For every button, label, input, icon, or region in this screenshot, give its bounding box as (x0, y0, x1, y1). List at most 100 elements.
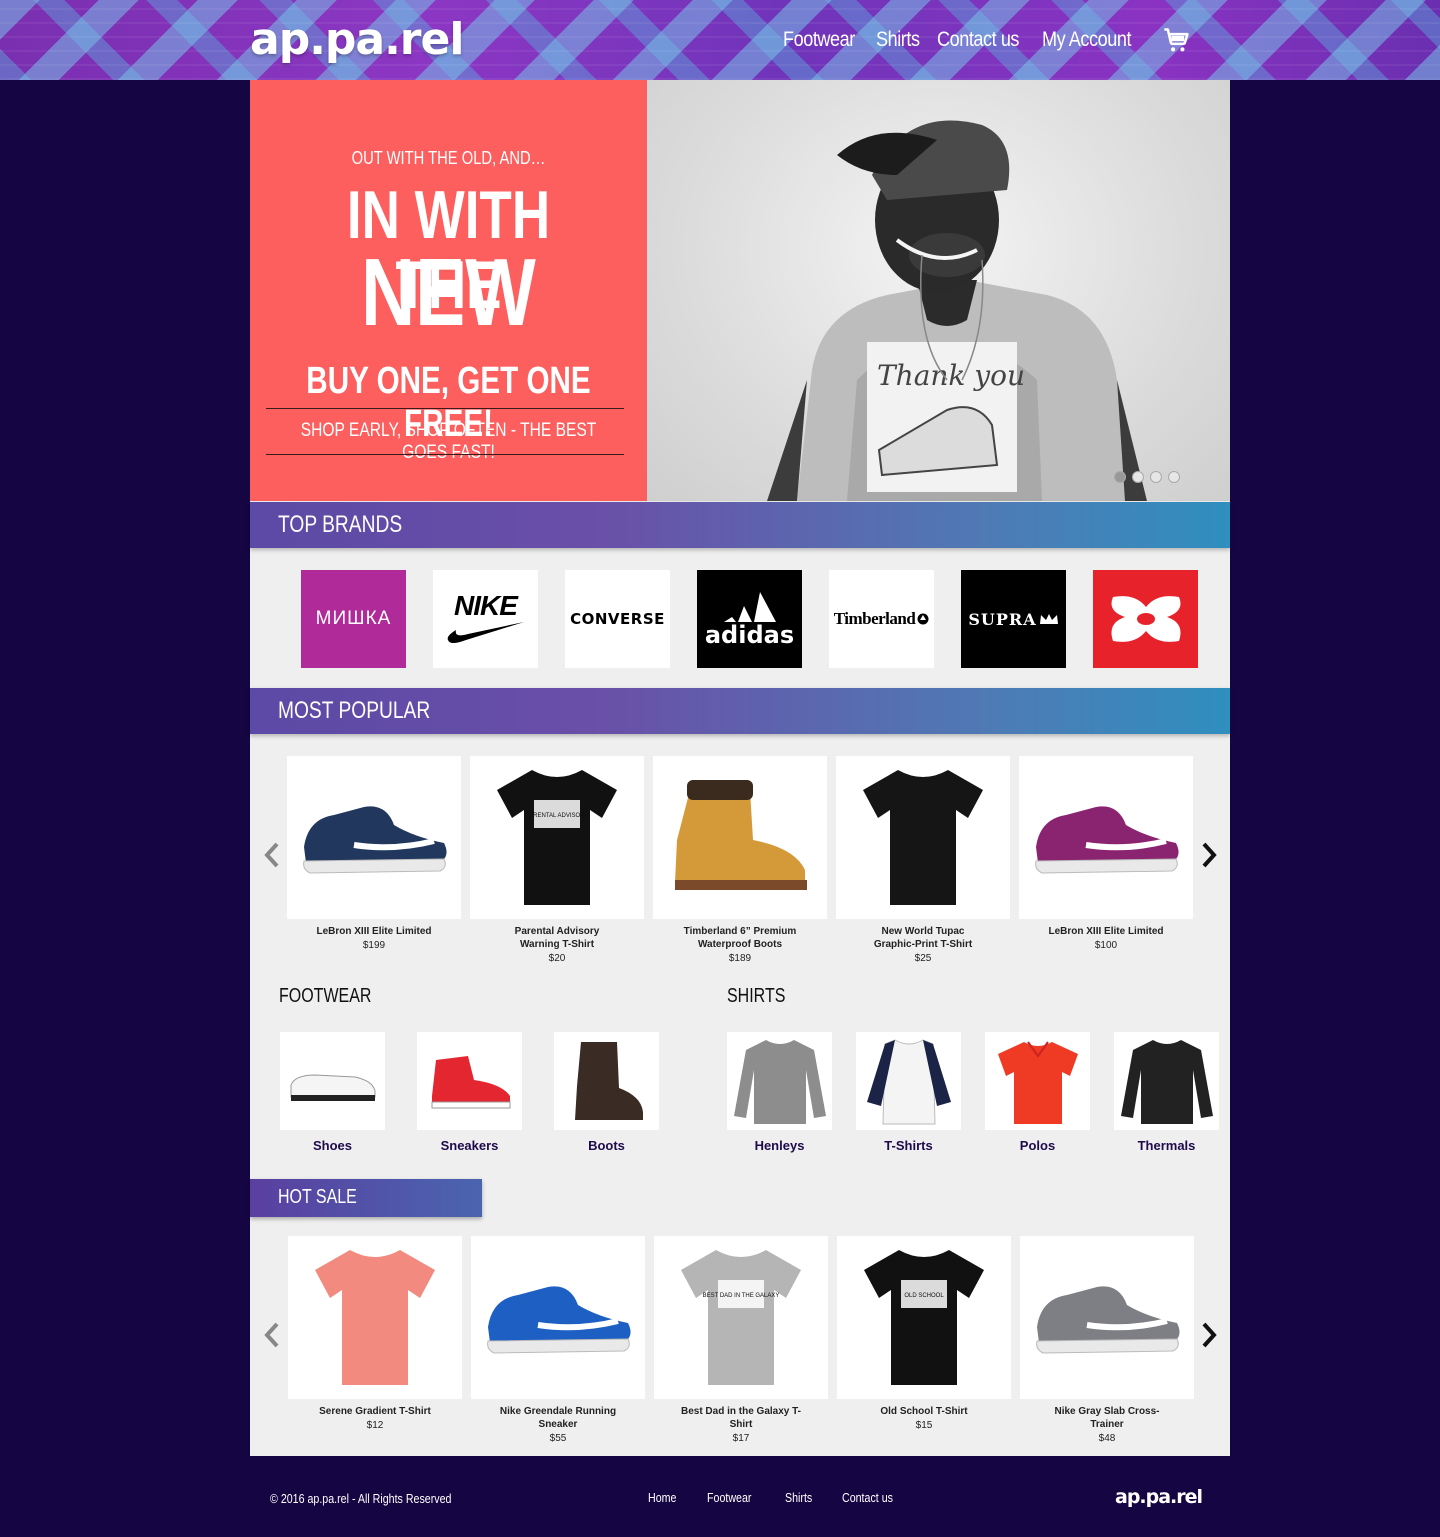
site-header: ap.pa.rel Footwear Shirts Contact us My … (0, 0, 1440, 80)
product-image[interactable] (836, 756, 1010, 919)
svg-text:BEST DAD IN THE GALAXY: BEST DAD IN THE GALAXY (703, 1293, 780, 1299)
product-card[interactable]: LeBron XIII Elite Limited $199 (287, 756, 461, 964)
category-label[interactable]: T-Shirts (856, 1138, 961, 1153)
product-name[interactable]: Serene Gradient T-Shirt (288, 1405, 462, 1418)
top-brands-title: TOP BRANDS (278, 511, 403, 538)
product-name[interactable]: Nike Greendale Running Sneaker (471, 1405, 645, 1431)
product-card[interactable]: Serene Gradient T-Shirt $12 (288, 1236, 462, 1444)
category-label[interactable]: Polos (985, 1138, 1090, 1153)
product-card[interactable]: BEST DAD IN THE GALAXY Best Dad in the Ga… (654, 1236, 828, 1444)
brand-list: МИШКА NIKE CONVERSE adidas Timberland SU… (301, 570, 1198, 668)
product-name[interactable]: Old School T-Shirt (837, 1405, 1011, 1418)
chevron-right-icon[interactable] (1199, 1320, 1219, 1350)
category-polos[interactable]: Polos (985, 1032, 1090, 1153)
category-label[interactable]: Thermals (1114, 1138, 1219, 1153)
category-thermals[interactable]: Thermals (1114, 1032, 1219, 1153)
chevron-left-icon[interactable] (262, 840, 282, 870)
tree-icon (917, 613, 929, 625)
footer-logo[interactable]: ap.pa.rel (1115, 1486, 1203, 1508)
product-price: $189 (728, 953, 752, 964)
category-sneakers[interactable]: Sneakers (417, 1032, 522, 1153)
page-content: OUT WITH THE OLD, AND… IN WITH THE NEW B… (250, 80, 1230, 1456)
product-card[interactable]: LeBron XIII Elite Limited $100 (1019, 756, 1193, 964)
most-popular-list: LeBron XIII Elite Limited $199 PARENTAL AD… (287, 756, 1193, 964)
brand-converse[interactable]: CONVERSE (565, 570, 670, 668)
nav-shirts[interactable]: Shirts (876, 28, 920, 52)
hot-sale-title: HOT SALE (278, 1186, 357, 1208)
category-label[interactable]: Henleys (727, 1138, 832, 1153)
site-logo[interactable]: ap.pa.rel (250, 14, 464, 65)
hot-sale-header: HOT SALE (250, 1179, 482, 1217)
footer-link-footwear[interactable]: Footwear (707, 1490, 751, 1505)
svg-text:PARENTAL ADVISORY: PARENTAL ADVISORY (526, 813, 589, 819)
category-image[interactable] (280, 1032, 385, 1130)
category-label[interactable]: Sneakers (417, 1138, 522, 1153)
hero-divider (266, 454, 624, 455)
product-image[interactable] (288, 1236, 462, 1399)
footer-link-contact-us[interactable]: Contact us (842, 1490, 893, 1505)
brand-adidas[interactable]: adidas (697, 570, 802, 668)
chevron-left-icon[interactable] (262, 1320, 282, 1350)
category-image[interactable] (856, 1032, 961, 1130)
slider-dot[interactable] (1132, 471, 1144, 483)
footer-link-shirts[interactable]: Shirts (785, 1490, 812, 1505)
category-image[interactable] (1114, 1032, 1219, 1130)
brand-supra[interactable]: SUPRA (961, 570, 1066, 668)
product-name[interactable]: Parental Advisory Warning T-Shirt (470, 925, 644, 951)
hero-banner[interactable]: OUT WITH THE OLD, AND… IN WITH THE NEW B… (250, 80, 1230, 501)
category-image[interactable] (727, 1032, 832, 1130)
product-card[interactable]: OLD SCHOOL Old School T-Shirt $15 (837, 1236, 1011, 1444)
product-image[interactable] (653, 756, 827, 919)
product-card[interactable]: Nike Greendale Running Sneaker $55 (471, 1236, 645, 1444)
tshirt-icon: PARENTAL ADVISORY (492, 760, 622, 915)
product-card[interactable]: PARENTAL ADVISORY Parental Advisory Warni… (470, 756, 644, 964)
brand-nike[interactable]: NIKE (433, 570, 538, 668)
product-price: $20 (548, 953, 566, 964)
product-name[interactable]: Best Dad in the Galaxy T-Shirt (654, 1405, 828, 1431)
category-label[interactable]: Shoes (280, 1138, 385, 1153)
category-shoes[interactable]: Shoes (280, 1032, 385, 1153)
product-name[interactable]: New World Tupac Graphic-Print T-Shirt (836, 925, 1010, 951)
product-name[interactable]: LeBron XIII Elite Limited (287, 925, 461, 938)
tshirt-icon: OLD SCHOOL (859, 1240, 989, 1395)
product-image[interactable]: PARENTAL ADVISORY (470, 756, 644, 919)
nav-contact-us[interactable]: Contact us (937, 28, 1019, 52)
product-image[interactable] (471, 1236, 645, 1399)
slider-dot[interactable] (1168, 471, 1180, 483)
product-name[interactable]: LeBron XIII Elite Limited (1019, 925, 1193, 938)
product-price: $15 (915, 1420, 933, 1431)
category-t-shirts[interactable]: T-Shirts (856, 1032, 961, 1153)
cart-icon[interactable] (1162, 26, 1190, 54)
product-image[interactable]: OLD SCHOOL (837, 1236, 1011, 1399)
product-name[interactable]: Timberland 6” Premium Waterproof Boots (653, 925, 827, 951)
slider-dot[interactable] (1114, 471, 1126, 483)
brand-label: adidas (704, 621, 795, 649)
product-image[interactable] (1019, 756, 1193, 919)
brand-label: МИШКА (315, 608, 392, 629)
product-name[interactable]: Nike Gray Slab Cross-Trainer (1020, 1405, 1194, 1431)
slider-dot[interactable] (1150, 471, 1162, 483)
product-card[interactable]: Nike Gray Slab Cross-Trainer $48 (1020, 1236, 1194, 1444)
hero-divider (266, 408, 624, 409)
category-image[interactable] (554, 1032, 659, 1130)
product-price: $17 (732, 1433, 750, 1444)
footer-link-home[interactable]: Home (648, 1490, 676, 1505)
chevron-right-icon[interactable] (1199, 840, 1219, 870)
brand-mishka[interactable]: МИШКА (301, 570, 406, 668)
product-image[interactable] (287, 756, 461, 919)
brand-under-armour[interactable] (1093, 570, 1198, 668)
product-image[interactable] (1020, 1236, 1194, 1399)
category-henleys[interactable]: Henleys (727, 1032, 832, 1153)
brand-timberland[interactable]: Timberland (829, 570, 934, 668)
category-label[interactable]: Boots (554, 1138, 659, 1153)
category-boots[interactable]: Boots (554, 1032, 659, 1153)
nav-my-account[interactable]: My Account (1042, 28, 1131, 52)
hero-headline-2: NEW (361, 239, 536, 346)
product-card[interactable]: New World Tupac Graphic-Print T-Shirt $25 (836, 756, 1010, 964)
category-image[interactable] (417, 1032, 522, 1130)
product-image[interactable]: BEST DAD IN THE GALAXY (654, 1236, 828, 1399)
most-popular-header: MOST POPULAR (250, 688, 1230, 734)
nav-footwear[interactable]: Footwear (783, 28, 855, 52)
category-image[interactable] (985, 1032, 1090, 1130)
product-card[interactable]: Timberland 6” Premium Waterproof Boots $1… (653, 756, 827, 964)
